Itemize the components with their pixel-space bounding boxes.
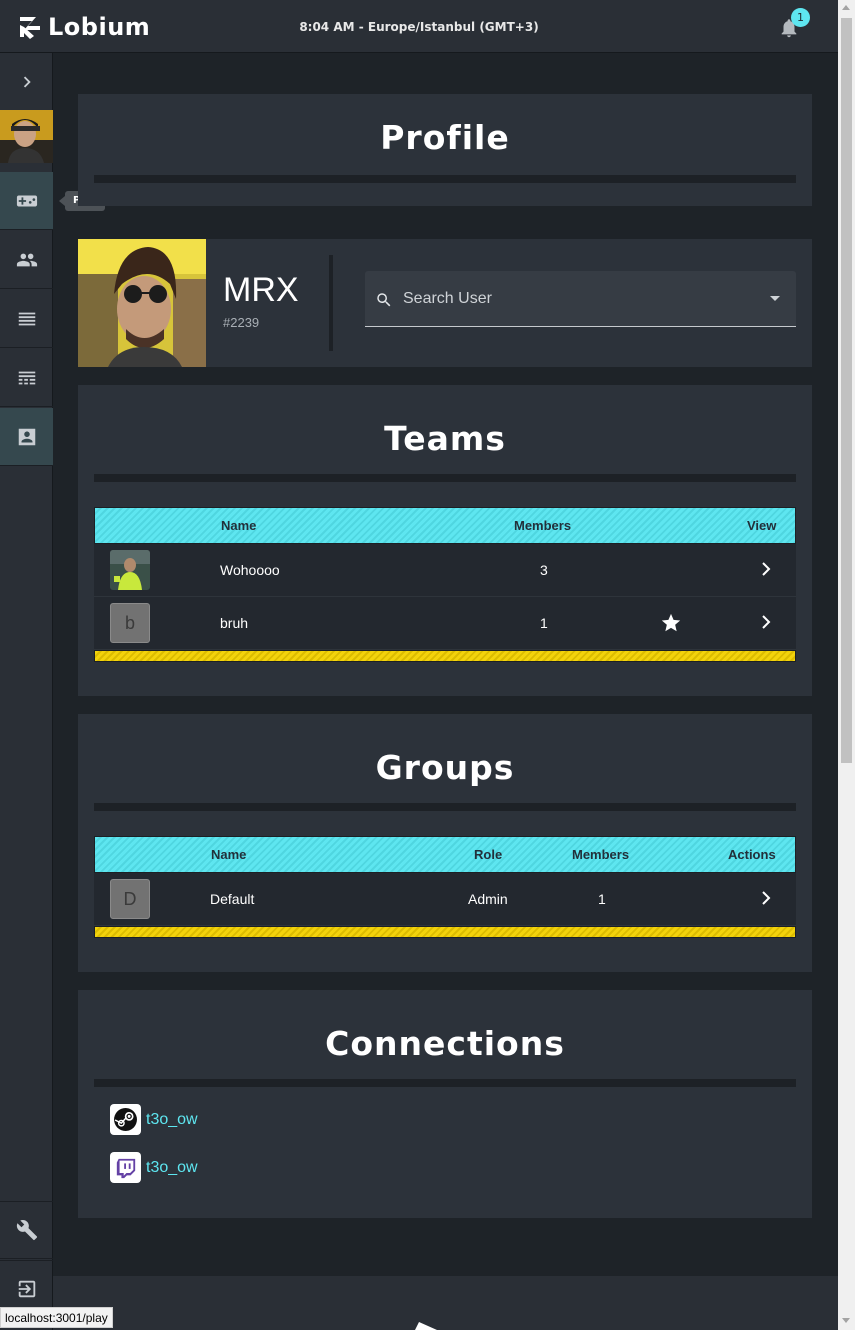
people-icon [16,253,37,266]
groups-col-members: Members [572,847,630,862]
group-name: Default [210,891,255,907]
groups-col-actions: Actions [728,847,776,862]
teams-divider [94,474,796,482]
groups-col-role: Role [474,847,503,862]
connection-label[interactable]: t3o_ow [146,1111,198,1129]
profile-username: MRX [223,271,299,309]
groups-table: Name Role Members Actions D Default Admi… [94,836,796,938]
group-role: Admin [468,891,508,907]
profile-divider [94,175,796,183]
connection-steam[interactable]: t3o_ow [110,1104,198,1135]
team-members: 3 [540,562,548,578]
profile-tag: #2239 [223,315,260,330]
groups-table-footer [94,926,796,938]
footer-area [53,1276,838,1330]
teams-table-header: Name Members View [94,507,796,544]
team-avatar-image [110,550,150,590]
table-row[interactable]: D Default Admin 1 [94,873,796,926]
chevron-right-icon[interactable] [759,613,773,631]
sidebar-expand-button[interactable] [0,53,53,111]
groups-table-header: Name Role Members Actions [94,836,796,873]
sidebar [0,53,53,1330]
group-members: 1 [598,891,606,907]
gamepad-icon [16,195,37,206]
groups-col-name: Name [211,847,247,862]
logout-icon [18,1280,35,1298]
team-letter-avatar: b [110,603,150,643]
wrench-icon [16,1220,37,1241]
sidebar-item-profile[interactable] [0,408,53,466]
profile-title: Profile [380,118,510,157]
teams-table: Name Members View Wohoooo 3 b bruh 1 [94,507,796,662]
star-icon[interactable] [660,612,682,634]
chevron-right-icon[interactable] [759,889,773,907]
search-user-input[interactable] [403,271,763,326]
connections-divider [94,1079,796,1087]
connections-title: Connections [325,1024,565,1063]
footer-logo-icon [415,1322,437,1330]
scrollbar-thumb[interactable] [841,18,852,763]
team-avatar [110,550,150,590]
team-members: 1 [540,615,548,631]
teams-col-name: Name [221,518,257,533]
scroll-down-arrow-icon[interactable] [842,1318,850,1323]
status-bar-url: localhost:3001/play [0,1307,113,1328]
connection-label[interactable]: t3o_ow [146,1159,198,1177]
search-user-field[interactable] [365,271,796,327]
table-icon [18,371,35,384]
list-icon [18,312,35,325]
teams-table-footer [94,650,796,662]
team-name: bruh [220,615,249,631]
groups-divider [94,803,796,811]
clock-text: 8:04 AM - Europe/Istanbul (GMT+3) [299,20,539,34]
group-letter-avatar: D [110,879,150,919]
teams-panel: Teams Name Members View Wohoooo 3 b bruh… [78,385,812,696]
sidebar-item-play[interactable] [0,172,53,230]
profile-photo-image [78,239,206,367]
profile-panel: Profile [78,94,812,206]
team-name: Wohoooo [220,562,280,578]
chevron-right-icon [23,76,31,87]
profile-photo [78,239,206,367]
sidebar-avatar[interactable] [0,110,53,163]
connections-panel: Connections t3o_ow t3o_ow [78,990,812,1218]
contact-card-icon [18,428,35,445]
profile-vertical-divider [329,255,333,351]
table-row[interactable]: Wohoooo 3 [94,544,796,597]
steam-icon [110,1104,141,1135]
chevron-right-icon[interactable] [759,560,773,578]
sidebar-item-table[interactable] [0,349,53,407]
user-avatar-image [0,110,53,163]
teams-col-members: Members [514,518,572,533]
sidebar-item-teams[interactable] [0,231,53,289]
scroll-up-arrow-icon[interactable] [842,5,850,10]
sidebar-item-settings[interactable] [0,1201,53,1259]
connection-twitch[interactable]: t3o_ow [110,1152,198,1183]
search-icon [377,293,391,307]
groups-panel: Groups Name Role Members Actions D Defau… [78,714,812,972]
notification-badge: 1 [791,8,810,27]
sidebar-item-list[interactable] [0,290,53,348]
top-bar: Lobium 8:04 AM - Europe/Istanbul (GMT+3)… [0,0,838,53]
dropdown-caret-icon[interactable] [770,296,780,301]
groups-title: Groups [375,748,515,787]
profile-info-card: MRX #2239 [78,239,812,367]
table-row[interactable]: b bruh 1 [94,597,796,650]
teams-col-view: View [747,518,777,533]
teams-title: Teams [384,419,506,458]
twitch-icon [110,1152,141,1183]
